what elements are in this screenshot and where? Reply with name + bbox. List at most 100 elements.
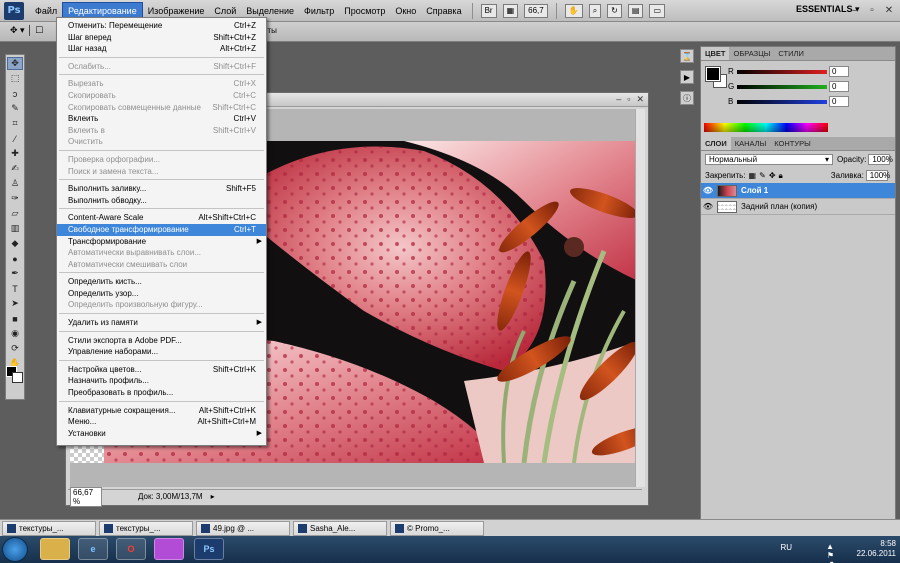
edit-menu-item[interactable]: Отменить: Перемещение Ctrl+Z (57, 20, 266, 32)
edit-menu-item[interactable]: Свободное трансформирование Ctrl+T (57, 223, 266, 236)
edit-menu-item[interactable]: Вклеить в Shift+Ctrl+V (57, 125, 266, 137)
blend-mode-select[interactable]: Нормальный ▾ (705, 154, 833, 165)
minimize-icon[interactable]: – (848, 3, 862, 17)
screen-mode-icon[interactable]: ▭ (649, 3, 665, 18)
doc-minimize-icon[interactable]: – (616, 94, 621, 105)
internet-explorer-icon[interactable]: e (78, 538, 108, 560)
rotate-view-icon[interactable]: ↻ (607, 3, 622, 18)
move-tool-preset-icon[interactable]: ✥ ▾ │ ☐ (10, 25, 43, 36)
edit-menu-item[interactable]: Стили экспорта в Adobe PDF... (57, 335, 266, 347)
doc-tab[interactable]: © Promo_... (390, 521, 484, 536)
edit-menu-item[interactable]: Преобразовать в профиль... (57, 387, 266, 399)
tray-icons[interactable]: ▲ ⚑ ▮ 🔊︎ (826, 542, 834, 563)
status-arrow-icon[interactable]: ▸ (211, 492, 215, 501)
status-zoom-field[interactable]: 66,67 % (70, 486, 102, 507)
start-button[interactable] (2, 537, 28, 562)
blue-slider[interactable] (737, 100, 827, 104)
panel-foreground-swatch[interactable] (705, 66, 721, 82)
brush-tool-icon[interactable]: ✍ (7, 162, 23, 175)
edit-menu-item[interactable]: Определить кисть... (57, 276, 266, 288)
edit-menu-item[interactable]: Поиск и замена текста... (57, 166, 266, 178)
doc-tab[interactable]: текстуры_... (99, 521, 193, 536)
marquee-tool-icon[interactable]: ⬚ (7, 72, 23, 85)
edit-menu-item[interactable]: Автоматически выравнивать слои... (57, 247, 266, 259)
red-value-field[interactable]: 0 (829, 66, 849, 77)
explorer-icon[interactable] (40, 538, 70, 560)
history-brush-tool-icon[interactable]: ✑ (7, 192, 23, 205)
lock-transparency-icon[interactable]: ▦ (749, 171, 757, 180)
edit-menu-item[interactable]: Определить узор... (57, 288, 266, 300)
eraser-tool-icon[interactable]: ▱ (7, 207, 23, 220)
close-icon[interactable]: ✕ (882, 3, 896, 17)
tab-layers[interactable]: СЛОИ (701, 137, 731, 150)
edit-menu-item[interactable]: Проверка орфографии... (57, 154, 266, 166)
blur-tool-icon[interactable]: ◆ (7, 237, 23, 250)
actions-panel-icon[interactable]: ▶ (680, 70, 694, 84)
background-color-swatch[interactable] (12, 372, 23, 383)
healing-tool-icon[interactable]: ✚ (7, 147, 23, 160)
blue-value-field[interactable]: 0 (829, 96, 849, 107)
gradient-tool-icon[interactable]: ▥ (7, 222, 23, 235)
maximize-icon[interactable]: ▫ (865, 3, 879, 17)
fill-field[interactable]: 100% (865, 170, 890, 181)
opacity-field[interactable]: 100% (868, 154, 893, 165)
edit-menu-item[interactable]: Вырезать Ctrl+X (57, 78, 266, 90)
edit-menu-item[interactable]: Content-Aware Scale Alt+Shift+Ctrl+C (57, 212, 266, 224)
edit-menu-item[interactable]: Вклеить Ctrl+V (57, 113, 266, 125)
green-slider[interactable] (737, 85, 827, 89)
hand-tool-icon[interactable]: ✋ (564, 3, 583, 18)
tab-styles[interactable]: СТИЛИ (774, 47, 807, 60)
doc-tab[interactable]: текстуры_... (2, 521, 96, 536)
doc-close-icon[interactable]: ✕ (636, 94, 644, 105)
eyedropper-tool-icon[interactable]: ⁄ (7, 132, 23, 145)
3d-orbit-tool-icon[interactable]: ⟳ (7, 342, 23, 355)
menu-filter[interactable]: Фильтр (299, 3, 339, 19)
edit-menu-item[interactable]: Управление наборами... (57, 346, 266, 358)
edit-menu-item[interactable]: Настройка цветов... Shift+Ctrl+K (57, 364, 266, 376)
move-tool-icon[interactable]: ✥ (7, 57, 23, 70)
view-extras-icon[interactable]: ▦ (502, 3, 519, 18)
edit-menu-item[interactable]: Определить произвольную фигуру... (57, 299, 266, 311)
vertical-scrollbar[interactable] (635, 109, 645, 487)
lock-position-icon[interactable]: ✥ (769, 171, 776, 180)
quick-select-tool-icon[interactable]: ✎ (7, 102, 23, 115)
edit-menu-item[interactable]: Шаг вперед Shift+Ctrl+Z (57, 32, 266, 44)
green-value-field[interactable]: 0 (829, 81, 849, 92)
clone-stamp-tool-icon[interactable]: ♙ (7, 177, 23, 190)
zoom-level-field[interactable]: 66,7 (524, 3, 548, 18)
edit-menu-item[interactable]: Очистить (57, 136, 266, 148)
color-spectrum-bar[interactable] (704, 123, 828, 132)
opera-icon[interactable]: O (116, 538, 146, 560)
tab-paths[interactable]: КОНТУРЫ (770, 137, 815, 150)
3d-rotate-tool-icon[interactable]: ◉ (7, 327, 23, 340)
lock-all-icon[interactable]: 🔒︎ (779, 171, 783, 181)
type-tool-icon[interactable]: T (7, 282, 23, 295)
color-swatches[interactable] (5, 366, 25, 388)
history-panel-icon[interactable]: ⌛ (680, 49, 694, 63)
edit-menu-item[interactable]: Клавиатурные сокращения... Alt+Shift+Ctrl… (57, 405, 266, 417)
zoom-tool-icon[interactable]: ⌕ (588, 3, 602, 18)
edit-menu-item[interactable]: Меню... Alt+Shift+Ctrl+M (57, 416, 266, 428)
shape-tool-icon[interactable]: ■ (7, 312, 23, 325)
edit-menu-item[interactable]: Выполнить обводку... (57, 195, 266, 207)
edit-menu-item[interactable]: Удалить из памяти ▶ (57, 317, 266, 329)
red-slider[interactable] (737, 70, 827, 74)
edit-menu-item[interactable]: Назначить профиль... (57, 375, 266, 387)
crop-tool-icon[interactable]: ⌗ (7, 117, 23, 130)
edit-menu-item[interactable]: Выполнить заливку... Shift+F5 (57, 183, 266, 195)
bridge-icon[interactable]: Br (480, 3, 497, 18)
photoshop-taskbar-icon[interactable]: Ps (194, 538, 224, 560)
tab-color[interactable]: ЦВЕТ (701, 47, 730, 60)
language-indicator[interactable]: RU (780, 543, 792, 552)
status-doc-info[interactable]: Док: 3,00M/13,7M (138, 492, 203, 501)
menu-view[interactable]: Просмотр (339, 3, 390, 19)
info-panel-icon[interactable]: ⓘ (680, 91, 694, 105)
edit-menu-item[interactable]: Скопировать совмещенные данные Shift+Ctrl… (57, 102, 266, 114)
path-select-tool-icon[interactable]: ➤ (7, 297, 23, 310)
edit-menu-item[interactable]: Шаг назад Alt+Ctrl+Z (57, 43, 266, 55)
edit-menu-item[interactable]: Ослабить... Shift+Ctrl+F (57, 61, 266, 73)
edit-menu-item[interactable]: Скопировать Ctrl+C (57, 90, 266, 102)
lasso-tool-icon[interactable]: ↄ (7, 87, 23, 100)
tab-swatches[interactable]: ОБРАЗЦЫ (729, 47, 774, 60)
doc-maximize-icon[interactable]: ▫ (627, 94, 630, 105)
